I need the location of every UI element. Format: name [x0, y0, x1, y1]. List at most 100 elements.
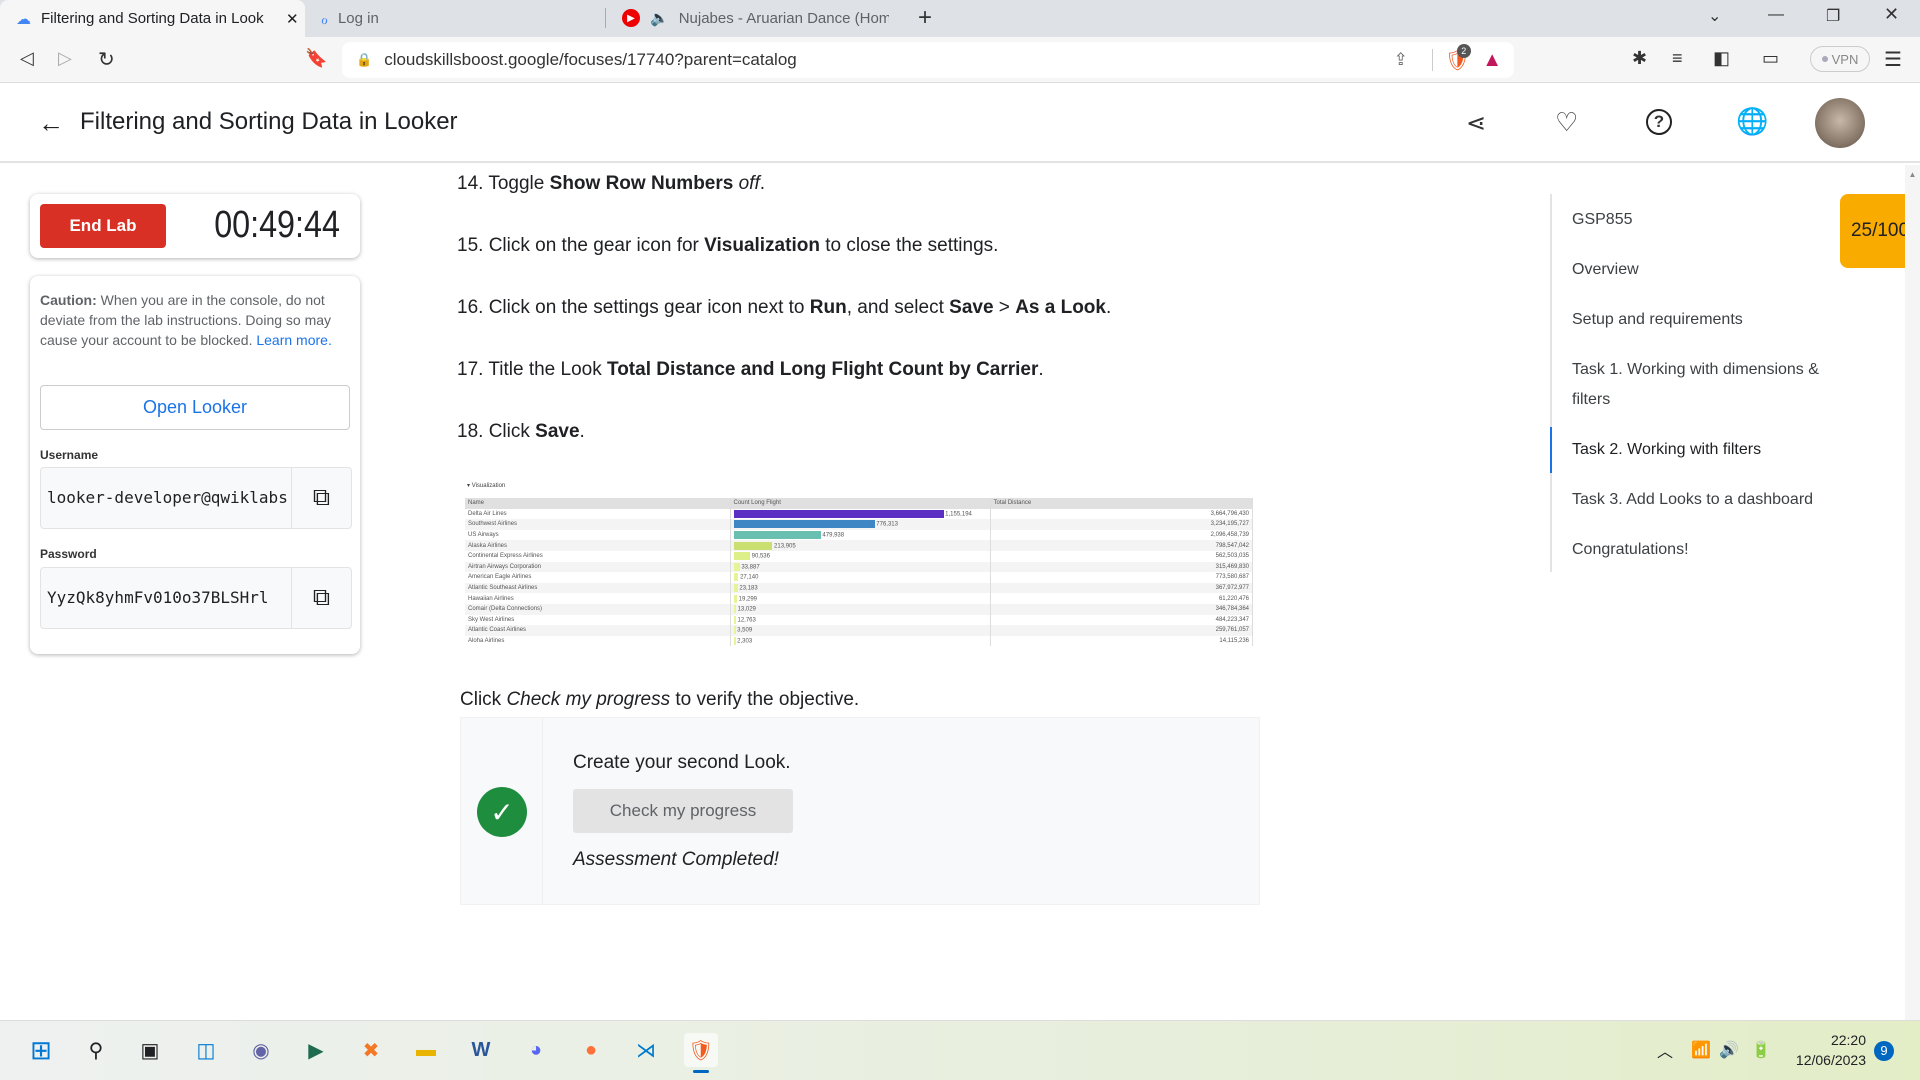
vpn-status-dot-icon: [1821, 56, 1828, 62]
share-page-icon[interactable]: ⇪: [1394, 50, 1408, 70]
table-row: American Eagle Airlines 27,140 773,580,68…: [465, 572, 1253, 583]
count-value: 19,299: [738, 596, 758, 603]
tab-search-chevron-icon[interactable]: ⌄: [1708, 6, 1721, 26]
vpn-button[interactable]: VPN: [1810, 46, 1870, 72]
restore-icon[interactable]: ❐: [1826, 6, 1840, 26]
toc-item[interactable]: Task 3. Add Looks to a dashboard: [1572, 485, 1842, 515]
terminal-app-icon[interactable]: ▶: [299, 1033, 333, 1067]
count-value: 213,905: [774, 543, 796, 550]
taskbar: [0, 1020, 1920, 1080]
toc-item[interactable]: Task 1. Working with dimensions & filter…: [1572, 355, 1842, 415]
avatar[interactable]: [1815, 98, 1865, 148]
clock[interactable]: 22:20 12/06/2023: [1788, 1030, 1866, 1070]
toc-item[interactable]: Overview: [1572, 255, 1842, 285]
widgets-icon[interactable]: ◫: [189, 1033, 223, 1067]
count-value: 2,303: [737, 638, 753, 645]
tray-chevron-icon[interactable]: ︿: [1648, 1033, 1682, 1067]
bar: [733, 573, 739, 582]
carrier-name: Alaska Airlines: [465, 540, 731, 551]
password-field[interactable]: YyzQk8yhmFv010o37BLSHrl ⧉: [40, 567, 352, 629]
task-view-icon[interactable]: ▣: [133, 1033, 167, 1067]
bar: [733, 605, 736, 614]
discord-icon[interactable]: ◕: [519, 1033, 553, 1067]
minimize-icon[interactable]: —: [1768, 6, 1784, 24]
new-tab-icon[interactable]: +: [918, 4, 932, 32]
copy-icon[interactable]: ⧉: [291, 468, 351, 528]
divider: [1431, 49, 1433, 71]
bookmark-icon[interactable]: 🔖: [305, 48, 327, 69]
playlist-icon[interactable]: ≡: [1672, 48, 1683, 69]
firefox-icon[interactable]: ●: [574, 1033, 608, 1067]
col-header: Total Distance: [990, 498, 1253, 509]
open-looker-button[interactable]: Open Looker: [40, 385, 350, 430]
brave-browser-icon[interactable]: 🛡: [684, 1033, 718, 1067]
back-arrow-icon[interactable]: ←: [38, 108, 64, 139]
table-row: Aloha Airlines 2,303 14,115,236: [465, 635, 1253, 647]
distance-value: 315,469,830: [990, 561, 1253, 573]
notification-badge[interactable]: 9: [1874, 1041, 1894, 1061]
toc-item[interactable]: Setup and requirements: [1572, 305, 1842, 335]
toc-item[interactable]: GSP855: [1572, 205, 1842, 235]
youtube-music-icon: ▶: [622, 9, 640, 27]
end-lab-button[interactable]: End Lab: [40, 204, 166, 248]
close-window-icon[interactable]: ✕: [1884, 4, 1899, 25]
xampp-icon[interactable]: ✖: [354, 1033, 388, 1067]
close-tab-icon[interactable]: ✕: [286, 10, 299, 28]
progress-box: ✓ Create your second Look. Check my prog…: [460, 717, 1260, 905]
brave-rewards-icon[interactable]: ▲: [1482, 49, 1502, 72]
search-icon[interactable]: ⚲: [79, 1033, 113, 1067]
active-indicator: [693, 1070, 709, 1073]
table-row: Delta Air Lines 1,155,194 3,664,796,430: [465, 508, 1253, 520]
table-row: Alaska Airlines 213,905 798,547,042: [465, 540, 1253, 551]
count-value: 27,140: [740, 575, 759, 582]
check-progress-button[interactable]: Check my progress: [573, 789, 793, 833]
tab-filtering[interactable]: ☁ Filtering and Sorting Data in Look ✕: [0, 0, 305, 37]
battery-icon[interactable]: 🔋: [1744, 1033, 1778, 1067]
globe-icon[interactable]: 🌐: [1736, 106, 1768, 137]
share-icon[interactable]: ⋖: [1466, 109, 1486, 138]
step-18: 18. Click Save.: [457, 421, 585, 442]
table-row: Atlantic Southeast Airlines 23,183 367,97…: [465, 582, 1253, 594]
wallet-icon[interactable]: ▭: [1762, 48, 1779, 69]
bar: [733, 594, 737, 603]
address-bar[interactable]: 🔒 cloudskillsboost.google/focuses/17740?…: [342, 42, 1514, 78]
back-icon[interactable]: ◁: [20, 48, 34, 69]
volume-icon[interactable]: 🔊: [1712, 1033, 1746, 1067]
lab-timer: 00:49:44: [214, 204, 340, 246]
vscode-icon[interactable]: ⋊: [629, 1033, 663, 1067]
carrier-name: Hawaiian Airlines: [465, 593, 731, 604]
distance-value: 3,234,195,727: [990, 519, 1253, 530]
forward-icon[interactable]: ▷: [58, 48, 72, 69]
carrier-name: Aloha Airlines: [465, 635, 731, 647]
extensions-icon[interactable]: ✱: [1632, 48, 1647, 69]
looker-icon: ℴ: [321, 10, 328, 28]
carrier-name: US Airways: [465, 529, 731, 541]
menu-icon[interactable]: ☰: [1884, 47, 1902, 72]
google-cloud-icon: ☁: [16, 10, 31, 28]
distance-value: 346,784,364: [990, 603, 1253, 615]
table-row: Southwest Airlines 776,313 3,234,195,727: [465, 519, 1253, 530]
carrier-name: Southwest Airlines: [465, 519, 731, 530]
copy-icon[interactable]: ⧉: [291, 568, 351, 628]
tab-login[interactable]: ℴ Log in: [305, 0, 605, 37]
carrier-name: Sky West Airlines: [465, 614, 731, 626]
word-icon[interactable]: W: [464, 1033, 498, 1067]
password-value: YyzQk8yhmFv010o37BLSHrl: [47, 588, 269, 607]
tab-youtube-music[interactable]: ▶ 🔈 Nujabes - Aruarian Dance (Homew: [605, 8, 900, 28]
reload-icon[interactable]: ↻: [98, 47, 115, 72]
toc-item[interactable]: Congratulations!: [1572, 535, 1842, 565]
toc-item[interactable]: Task 2. Working with filters: [1572, 435, 1842, 465]
brave-shields-icon[interactable]: 🛡 2: [1445, 43, 1471, 73]
heart-icon[interactable]: ♡: [1555, 107, 1578, 138]
carrier-name: American Eagle Airlines: [465, 572, 731, 583]
sidebar-icon[interactable]: ◧: [1713, 48, 1730, 69]
username-field[interactable]: looker-developer@qwiklabs ⧉: [40, 467, 352, 529]
bar: [733, 626, 736, 635]
learn-more-link[interactable]: Learn more.: [256, 332, 331, 348]
distance-value: 562,503,035: [990, 550, 1253, 562]
teams-chat-icon[interactable]: ◉: [244, 1033, 278, 1067]
windows-start-icon[interactable]: ⊞: [24, 1033, 58, 1067]
file-explorer-icon[interactable]: ▬: [409, 1033, 443, 1067]
scrollbar[interactable]: ▲: [1905, 165, 1920, 1020]
help-icon[interactable]: ?: [1646, 109, 1672, 135]
